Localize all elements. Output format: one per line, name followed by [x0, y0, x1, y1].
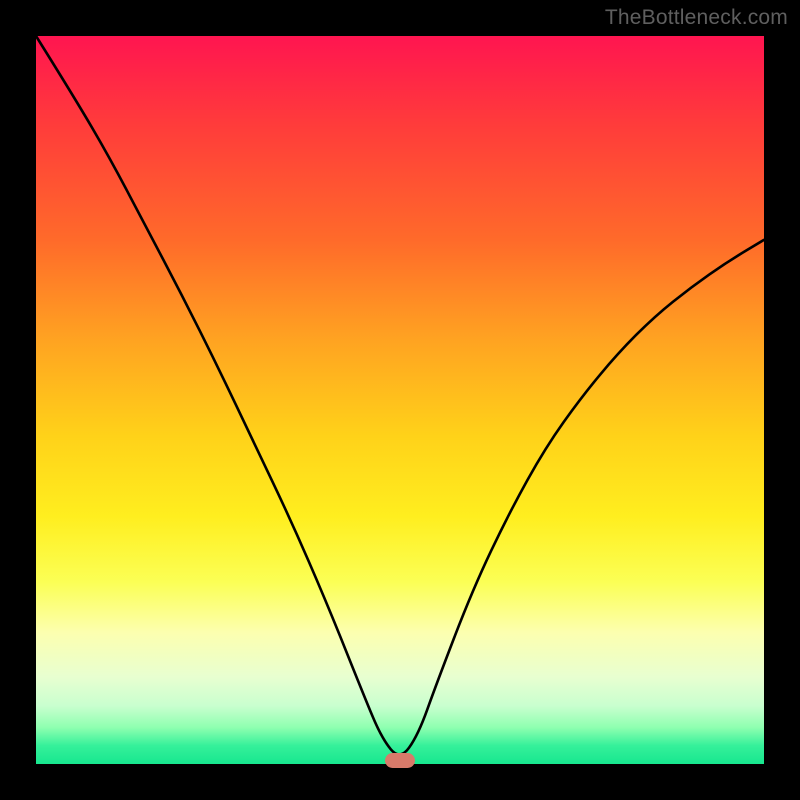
- chart-frame: TheBottleneck.com: [0, 0, 800, 800]
- plot-area: [36, 36, 764, 764]
- watermark-text: TheBottleneck.com: [605, 6, 788, 30]
- optimum-marker: [385, 753, 415, 768]
- bottleneck-curve: [36, 36, 764, 764]
